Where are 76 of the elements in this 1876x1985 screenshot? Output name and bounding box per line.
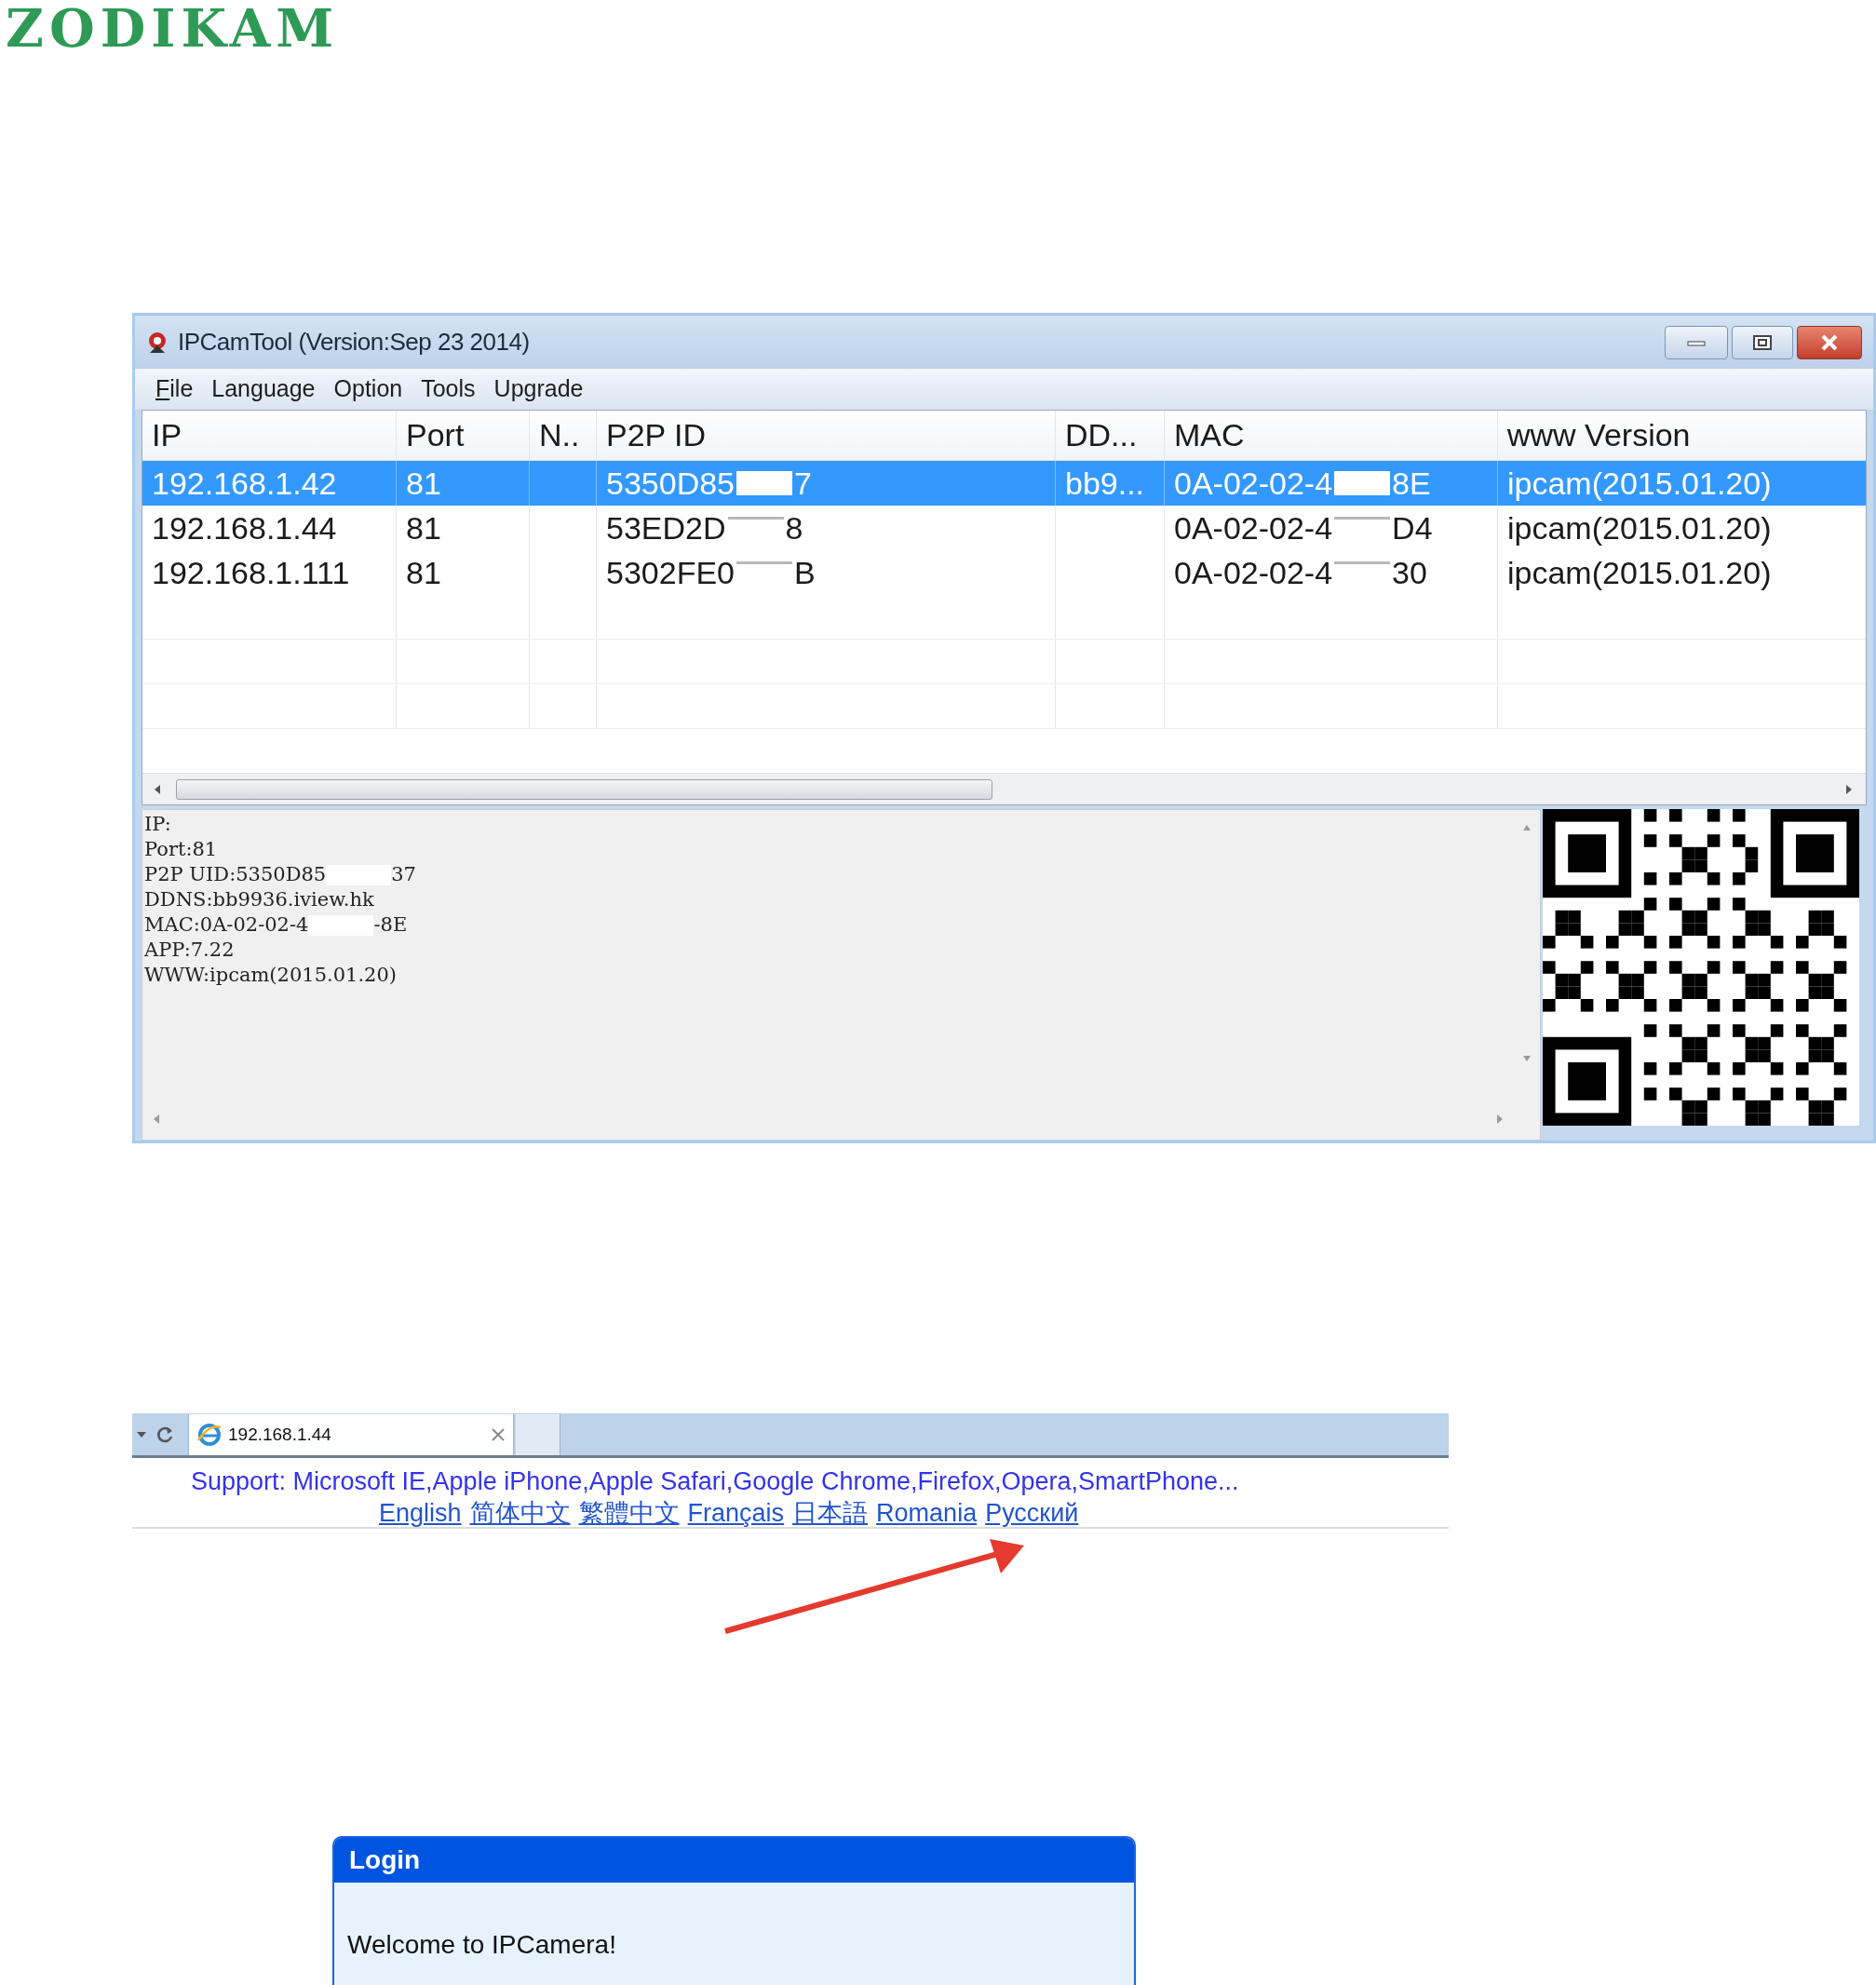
- menu-item[interactable]: Tools: [413, 371, 483, 407]
- table-cell-text: 5350D85: [606, 464, 735, 503]
- horizontal-scrollbar[interactable]: [142, 773, 1866, 804]
- column-header[interactable]: DD...: [1056, 411, 1165, 460]
- scroll-down-icon[interactable]: [1521, 1054, 1532, 1063]
- detail-line: WWW:ipcam(2015.01.20): [144, 962, 397, 988]
- redaction-mark: [1334, 517, 1391, 520]
- table-cell-text: ipcam(2015.01.20): [1507, 508, 1772, 547]
- language-link[interactable]: 繁體中文: [578, 1494, 680, 1533]
- redaction-block: [736, 471, 792, 495]
- close-icon: [1820, 333, 1839, 351]
- redaction-mark: [736, 561, 792, 564]
- table-cell-text: 5302FE0: [606, 553, 735, 592]
- menu-item[interactable]: File: [148, 371, 201, 407]
- welcome-text: Welcome to IPCamera!: [347, 1930, 616, 1959]
- detail-line: P2P UID:5350D85: [144, 861, 327, 887]
- detail-line: DDNS:bb9936.iview.hk: [144, 886, 374, 912]
- table-cell-text: 30: [1392, 553, 1427, 592]
- column-header[interactable]: Port: [397, 411, 530, 460]
- window-title: IPCamTool (Version:Sep 23 2014): [178, 327, 530, 358]
- language-link[interactable]: Русский: [985, 1494, 1079, 1533]
- close-tab-icon[interactable]: [491, 1427, 506, 1442]
- menu-item[interactable]: Language: [204, 371, 323, 407]
- language-link[interactable]: Français: [687, 1494, 785, 1533]
- column-header[interactable]: www Version: [1498, 411, 1866, 460]
- table-cell-text: 53ED2D: [606, 508, 726, 547]
- column-header[interactable]: N..: [530, 411, 597, 460]
- language-link[interactable]: English: [379, 1494, 462, 1533]
- tab-title: 192.168.1.44: [228, 1423, 332, 1446]
- table-cell-text: 7: [794, 464, 812, 503]
- column-header[interactable]: IP: [142, 411, 397, 460]
- table-cell-text: 0A-02-02-4: [1174, 553, 1333, 592]
- brand-logo: ZODIKAM: [6, 2, 340, 54]
- table-cell-text: 81: [406, 508, 441, 547]
- new-tab-button[interactable]: [516, 1414, 560, 1455]
- table-cell-text: 0A-02-02-4: [1174, 508, 1333, 547]
- detail-line: -8E: [373, 911, 408, 938]
- table-cell-text: bb9...: [1065, 464, 1145, 503]
- browser-icon: [196, 1422, 223, 1448]
- table-cell-text: 192.168.1.111: [152, 553, 350, 592]
- detail-line: 37: [391, 861, 416, 887]
- table-cell-text: D4: [1392, 508, 1433, 547]
- table-cell-text: 192.168.1.42: [152, 464, 337, 503]
- table-cell-text: 8E: [1392, 464, 1431, 503]
- table-cell-text: 81: [406, 464, 441, 503]
- scroll-up-icon[interactable]: [1521, 823, 1532, 832]
- refresh-icon[interactable]: [155, 1425, 175, 1445]
- table-cell-text: B: [794, 553, 816, 592]
- detail-line: IP:: [144, 811, 171, 837]
- restore-icon: [1752, 333, 1773, 351]
- column-header[interactable]: P2P ID: [597, 411, 1056, 460]
- detail-line: Port:81: [144, 836, 218, 862]
- menu-item[interactable]: Upgrade: [486, 371, 591, 407]
- close-button[interactable]: [1797, 325, 1862, 359]
- detail-line: APP:7.22: [144, 937, 235, 963]
- table-cell-text: 0A-02-02-4: [1174, 464, 1333, 503]
- login-header: Login: [334, 1838, 1134, 1883]
- browser-tab[interactable]: 192.168.1.44: [188, 1414, 514, 1455]
- language-link[interactable]: Romania: [876, 1494, 978, 1533]
- support-text: Support: Microsoft IE,Apple iPhone,Apple Safari,Google Chrome,Firefox,Opera,SmartPhone...: [191, 1466, 1239, 1497]
- language-link[interactable]: 日本語: [792, 1494, 869, 1533]
- language-link[interactable]: 简体中文: [469, 1494, 571, 1533]
- maximize-button[interactable]: [1732, 325, 1793, 359]
- redaction-mark: [727, 517, 784, 520]
- table-cell-text: ipcam(2015.01.20): [1507, 553, 1772, 592]
- table-cell-text: 81: [406, 553, 441, 592]
- table-cell-text: 8: [785, 508, 803, 547]
- table-cell-text: 192.168.1.44: [152, 508, 337, 547]
- scrollbar-thumb[interactable]: [176, 778, 992, 800]
- column-header[interactable]: MAC: [1165, 411, 1498, 460]
- detail-line: MAC:0A-02-02-4: [144, 911, 309, 938]
- redaction-mark: [1334, 561, 1391, 564]
- dropdown-caret-icon[interactable]: [136, 1430, 147, 1439]
- table-cell-text: ipcam(2015.01.20): [1507, 464, 1772, 503]
- menu-item[interactable]: Option: [326, 371, 411, 407]
- redaction-block: [1334, 471, 1391, 495]
